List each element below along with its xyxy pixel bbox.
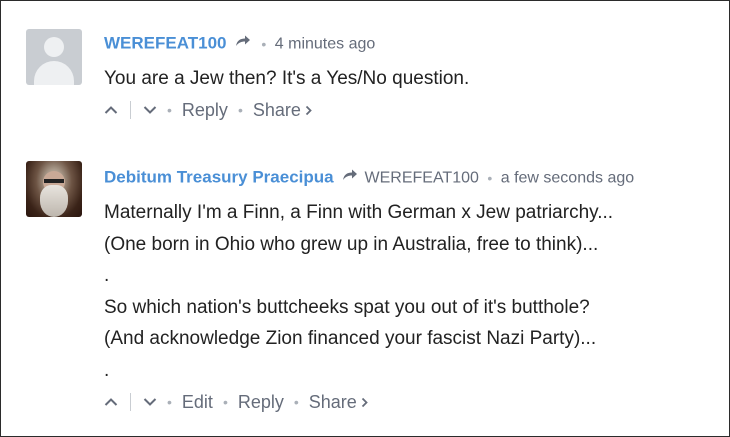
upvote-button[interactable] [104, 397, 118, 407]
timestamp[interactable]: a few seconds ago [501, 170, 634, 187]
chevron-up-icon [104, 106, 118, 114]
comment-thread: WEREFEAT100 • 4 minutes ago You are a Je… [0, 0, 730, 437]
reply-to-author[interactable]: WEREFEAT100 [365, 170, 479, 187]
downvote-button[interactable] [143, 397, 157, 407]
comment-header: Debitum Treasury Praecipua WEREFEAT100 •… [104, 167, 634, 190]
downvote-button[interactable] [143, 105, 157, 115]
comment-actions: • Reply • Share [104, 99, 312, 121]
comment-line: (One born in Ohio who grew up in Austral… [104, 233, 599, 255]
comment-line: Maternally I'm a Finn, a Finn with Germa… [104, 202, 614, 223]
comment-actions: • Edit • Reply • Share [104, 391, 368, 413]
comment-header: WEREFEAT100 • 4 minutes ago [104, 33, 375, 56]
edit-button[interactable]: Edit [182, 392, 213, 413]
chevron-right-icon [305, 105, 312, 116]
avatar[interactable] [26, 161, 82, 217]
avatar-glasses-shape [44, 179, 64, 183]
avatar-body-shape [34, 61, 74, 85]
avatar-head-shape [44, 37, 64, 57]
comment-line: You are a Jew then? It's a Yes/No questi… [104, 68, 470, 89]
comment-line: So which nation's buttcheeks spat you ou… [104, 296, 590, 318]
author-name[interactable]: WEREFEAT100 [104, 34, 227, 53]
reply-arrow-icon [235, 33, 251, 53]
upvote-button[interactable] [104, 105, 118, 115]
reply-button[interactable]: Reply [182, 100, 228, 121]
chevron-right-icon [361, 397, 368, 408]
comment-line: . [104, 265, 110, 286]
chevron-down-icon [143, 398, 157, 406]
chevron-down-icon [143, 106, 157, 114]
separator-dot: • [293, 394, 299, 410]
share-button[interactable]: Share [253, 100, 312, 121]
separator-dot: • [222, 394, 228, 410]
separator-dot: • [167, 102, 172, 118]
share-button[interactable]: Share [309, 392, 368, 413]
separator-dot: • [167, 394, 172, 410]
comment-body: Maternally I'm a Finn, a Finn with Germa… [104, 197, 613, 386]
separator-dot: • [261, 35, 267, 52]
separator-dot: • [237, 102, 243, 118]
comment-body: You are a Jew then? It's a Yes/No questi… [104, 63, 469, 95]
chevron-up-icon [104, 398, 118, 406]
avatar[interactable] [26, 29, 82, 85]
reply-arrow-icon [342, 167, 358, 187]
share-label: Share [308, 391, 357, 412]
separator-dot: • [487, 169, 493, 186]
vote-divider [130, 101, 131, 119]
reply-button[interactable]: Reply [238, 392, 284, 413]
author-name[interactable]: Debitum Treasury Praecipua [104, 168, 334, 187]
comment-line: (And acknowledge Zion financed your fasc… [104, 328, 597, 349]
vote-divider [130, 393, 131, 411]
comment-line: . [104, 359, 110, 381]
avatar-beard-shape [40, 185, 68, 217]
share-label: Share [252, 99, 301, 120]
timestamp[interactable]: 4 minutes ago [275, 36, 376, 53]
